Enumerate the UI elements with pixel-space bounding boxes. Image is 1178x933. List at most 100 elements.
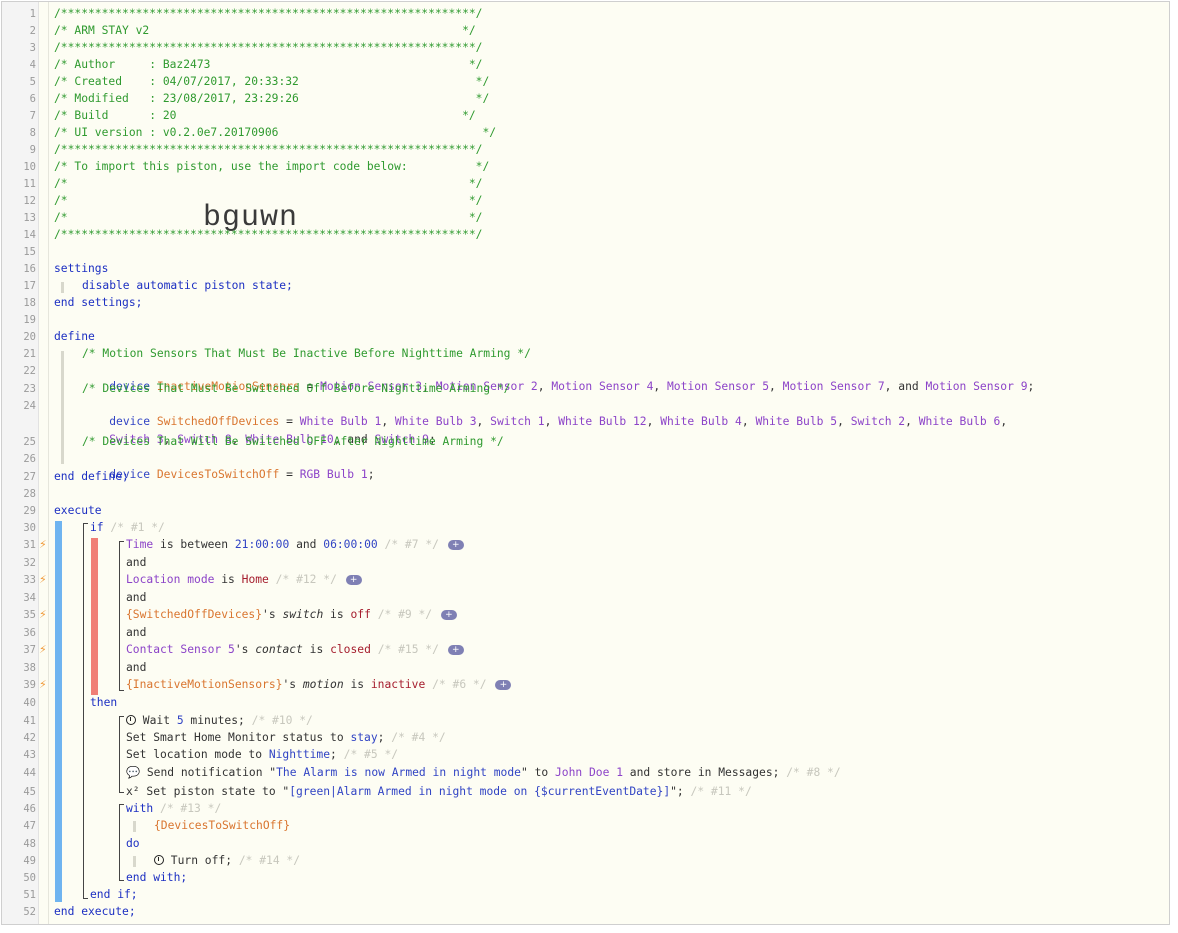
value[interactable]: stay — [350, 731, 377, 744]
line-number: 29 — [23, 505, 36, 517]
device-item[interactable]: White Bulb 6 — [919, 415, 1001, 428]
line-number: 13 — [23, 212, 36, 224]
line-number: 17 — [23, 280, 36, 292]
define-end: end define; — [54, 470, 129, 483]
if-keyword[interactable]: if — [90, 521, 104, 534]
value[interactable]: Home — [242, 573, 269, 586]
action-set-piston-state[interactable]: x² Set piston state to "[green|Alarm Arm… — [126, 784, 752, 800]
value[interactable]: 06:00:00 — [323, 538, 377, 551]
then-keyword[interactable]: then — [90, 695, 117, 711]
action-wait[interactable]: Wait 5 minutes; /* #10 */ — [126, 713, 313, 729]
operand[interactable]: {InactiveMotionSensors} — [126, 678, 282, 691]
line-number: 52 — [23, 906, 36, 918]
device-item[interactable]: Motion Sensor 5 — [667, 380, 769, 393]
device-item[interactable]: White Bulb 12 — [558, 415, 646, 428]
header-import-line: /* To import this piston, use the import… — [54, 160, 490, 173]
trigger-bolt-icon: ⚡ — [39, 573, 47, 586]
condition-contact[interactable]: Contact Sensor 5's contact is closed /* … — [126, 642, 464, 658]
logical-operator[interactable]: and — [126, 590, 146, 606]
device-item[interactable]: Switch 2 — [851, 415, 905, 428]
value[interactable]: Nighttime — [269, 748, 330, 761]
contact[interactable]: John Doe 1 — [555, 766, 623, 779]
operator[interactable]: is — [303, 643, 330, 656]
line-number: 22 — [23, 365, 36, 377]
operator[interactable]: is — [323, 608, 350, 621]
value[interactable]: [green|Alarm Armed in night mode on {$cu… — [289, 785, 670, 798]
value[interactable]: 21:00:00 — [235, 538, 289, 551]
trigger-bolt-icon: ⚡ — [39, 643, 47, 656]
attribute[interactable]: contact — [255, 643, 303, 656]
operand[interactable]: Location mode — [126, 573, 214, 586]
value[interactable]: 5 — [177, 714, 184, 727]
action-send-notification[interactable]: 💬 Send notification "The Alarm is now Ar… — [126, 765, 841, 781]
condition-switch[interactable]: {SwitchedOffDevices}'s switch is off /* … — [126, 607, 457, 623]
line-number: 16 — [23, 263, 36, 275]
line-number: 51 — [23, 889, 36, 901]
device-item[interactable]: Motion Sensor 7 — [783, 380, 885, 393]
action-turn-off[interactable]: Turn off; /* #14 */ — [154, 853, 300, 869]
with-device[interactable]: {DevicesToSwitchOff} — [154, 818, 290, 834]
device-item[interactable]: Motion Sensor 4 — [551, 380, 653, 393]
line-number: 42 — [23, 732, 36, 744]
do-keyword[interactable]: do — [126, 836, 140, 852]
line-number: 39 — [23, 679, 36, 691]
operand[interactable]: Contact Sensor 5 — [126, 643, 235, 656]
logical-operator[interactable]: and — [126, 625, 146, 641]
condition-motion[interactable]: {InactiveMotionSensors}'s motion is inac… — [126, 677, 512, 693]
define-keyword[interactable]: define — [54, 329, 95, 345]
action-set-shm[interactable]: Set Smart Home Monitor status to stay; /… — [126, 730, 446, 746]
condition-group-bar[interactable] — [91, 538, 98, 695]
action-set-location-mode[interactable]: Set location mode to Nighttime; /* #5 */ — [126, 747, 398, 763]
with-keyword[interactable]: with — [126, 802, 153, 815]
device-item[interactable]: Switch 1 — [490, 415, 544, 428]
operand[interactable]: Time — [126, 538, 153, 551]
device-item[interactable]: White Bulb 5 — [755, 415, 837, 428]
device-item[interactable]: RGB Bulb 1 — [300, 468, 368, 481]
header-title: /* ARM STAY v2 */ — [54, 24, 476, 37]
variable-name[interactable]: DevicesToSwitchOff — [157, 468, 279, 481]
add-condition-button[interactable]: + — [495, 680, 512, 690]
add-condition-button[interactable]: + — [345, 575, 362, 585]
header-stars: /***************************************… — [54, 228, 483, 241]
line-number: 36 — [23, 627, 36, 639]
line-number: 31 — [23, 539, 36, 551]
device-item[interactable]: Motion Sensor 9 — [925, 380, 1027, 393]
line-number: 7 — [29, 110, 36, 122]
settings-body[interactable]: disable automatic piston state; — [82, 278, 293, 294]
add-condition-button[interactable]: + — [440, 610, 457, 620]
operator[interactable]: is — [214, 573, 241, 586]
condition-time[interactable]: Time is between 21:00:00 and 06:00:00 /*… — [126, 537, 464, 553]
if-statement[interactable]: if /* #1 */ — [90, 520, 165, 536]
header-ui-version: /* UI version : v0.2.0e7.20170906 */ — [54, 126, 497, 139]
line-number: 32 — [23, 557, 36, 569]
operator[interactable]: is between — [153, 538, 235, 551]
value[interactable]: off — [350, 608, 370, 621]
add-condition-button[interactable]: + — [447, 540, 464, 550]
add-condition-button[interactable]: + — [447, 645, 464, 655]
attribute[interactable]: motion — [303, 678, 344, 691]
value[interactable]: inactive — [371, 678, 425, 691]
line-number: 11 — [23, 178, 36, 190]
attribute[interactable]: switch — [282, 608, 323, 621]
operand[interactable]: {SwitchedOffDevices} — [126, 608, 262, 621]
line-number: 20 — [23, 331, 36, 343]
line-number: 37 — [23, 644, 36, 656]
condition-location-mode[interactable]: Location mode is Home /* #12 */ + — [126, 572, 362, 588]
logical-operator[interactable]: and — [126, 555, 146, 571]
value[interactable]: closed — [330, 643, 371, 656]
settings-keyword[interactable]: settings — [54, 261, 108, 277]
statement-id: /* #5 */ — [343, 748, 399, 761]
line-number: 47 — [23, 820, 36, 832]
value[interactable]: The Alarm is now Armed in night mode — [276, 766, 521, 779]
statement-id: /* #14 */ — [238, 854, 301, 867]
line-number: 21 — [23, 348, 36, 360]
device-item[interactable]: White Bulb 4 — [660, 415, 742, 428]
operator[interactable]: is — [344, 678, 371, 691]
line-number: 23 — [23, 383, 36, 395]
logical-operator[interactable]: and — [126, 660, 146, 676]
line-number: 40 — [23, 697, 36, 709]
execute-keyword[interactable]: execute — [54, 503, 102, 519]
with-statement[interactable]: with /* #13 */ — [126, 801, 221, 817]
line-number: 30 — [23, 522, 36, 534]
execute-block-bar[interactable] — [55, 521, 62, 902]
